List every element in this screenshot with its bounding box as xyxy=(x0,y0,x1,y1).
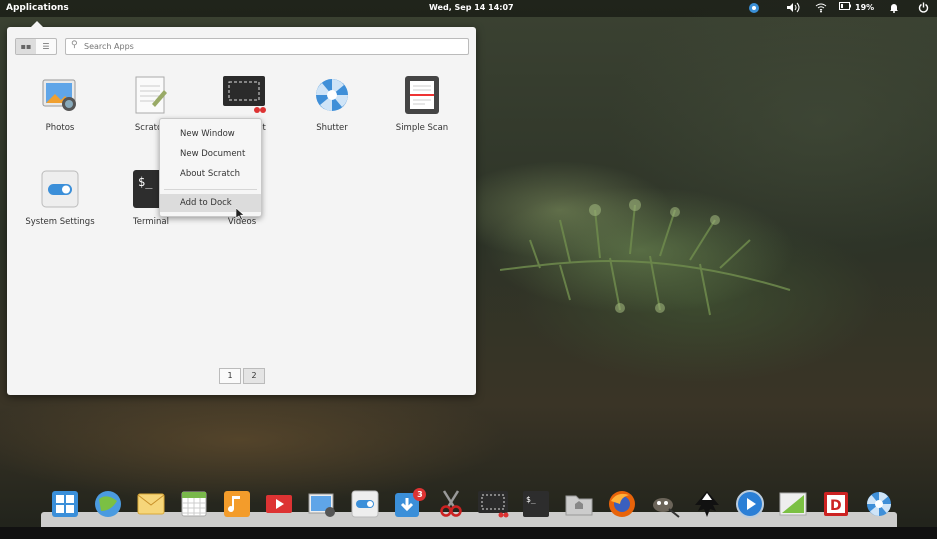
page-button-2[interactable]: 2 xyxy=(243,368,265,384)
search-field: ⚲ xyxy=(65,38,469,55)
dock-item-media-player[interactable] xyxy=(729,489,772,527)
battery-percentage: 19% xyxy=(855,3,875,12)
launcher-pager: 1 2 xyxy=(219,368,265,384)
app-label: Photos xyxy=(45,123,75,133)
dock-item-inkscape[interactable] xyxy=(686,489,729,527)
dock-item-geogebra[interactable] xyxy=(772,489,815,527)
photos-icon xyxy=(39,74,81,116)
system-settings-icon xyxy=(351,490,379,518)
simple-scan-icon xyxy=(401,74,443,116)
media-player-icon xyxy=(736,490,765,518)
app-label: Terminal xyxy=(133,217,169,227)
search-input[interactable] xyxy=(84,40,454,52)
app-label: System Settings xyxy=(25,217,95,227)
dock: 3 $_ D xyxy=(44,488,900,529)
scratch-icon xyxy=(130,74,172,116)
dock-item-multitasking[interactable] xyxy=(44,489,87,529)
dock-item-browser[interactable] xyxy=(87,489,130,527)
svg-text:$_: $_ xyxy=(526,495,536,504)
menu-item-add-to-dock[interactable]: Add to Dock xyxy=(160,194,261,212)
dock-item-music[interactable] xyxy=(215,489,258,527)
search-icon: ⚲ xyxy=(71,40,78,50)
app-context-menu: New Window New Document About Scratch Ad… xyxy=(159,118,262,217)
menu-item-about-scratch[interactable]: About Scratch xyxy=(160,165,261,183)
app-label: Shutter xyxy=(316,123,348,133)
wallpaper-branch-image xyxy=(500,199,791,316)
volume-icon[interactable] xyxy=(786,2,800,16)
shutter-icon[interactable] xyxy=(748,2,760,17)
dock-item-terminal[interactable]: $_ xyxy=(515,489,558,529)
scissors-icon xyxy=(439,490,462,517)
dock-item-mail[interactable] xyxy=(130,489,173,527)
svg-text:$_: $_ xyxy=(138,175,153,189)
app-photos[interactable]: Photos xyxy=(15,74,105,133)
menu-item-new-document[interactable]: New Document xyxy=(160,145,261,163)
firefox-icon xyxy=(608,491,635,517)
menu-separator xyxy=(164,189,257,190)
shutter-icon xyxy=(311,74,353,116)
screen-bottom-edge xyxy=(0,527,937,539)
terminal-icon: $_ xyxy=(523,491,550,517)
menu-item-new-window[interactable]: New Window xyxy=(160,125,261,143)
multitasking-view-icon xyxy=(52,491,79,517)
applications-menu-button[interactable]: Applications xyxy=(6,3,69,13)
shutter-icon xyxy=(866,492,891,516)
videos-icon xyxy=(266,495,293,513)
battery-icon[interactable] xyxy=(839,2,851,13)
app-shutter[interactable]: Shutter xyxy=(287,74,377,133)
files-icon xyxy=(565,495,593,516)
app-system-settings[interactable]: System Settings xyxy=(15,168,105,227)
dock-item-shutter[interactable] xyxy=(857,489,900,527)
photos-icon xyxy=(308,493,336,517)
svg-text:D: D xyxy=(830,498,842,514)
notification-bell-icon[interactable] xyxy=(889,2,899,16)
dock-item-settings[interactable] xyxy=(344,489,387,529)
dock-item-photos[interactable] xyxy=(301,489,344,527)
dock-item-scissors[interactable] xyxy=(429,489,472,527)
date-time-indicator[interactable]: Wed, Sep 14 14:07 xyxy=(429,3,514,12)
midori-browser-icon xyxy=(95,491,122,517)
app-simple-scan[interactable]: Simple Scan xyxy=(377,74,467,133)
screenshot-icon xyxy=(478,491,509,518)
appcenter-update-badge: 3 xyxy=(413,488,427,501)
music-icon xyxy=(223,491,250,517)
top-panel: Applications Wed, Sep 14 14:07 19% xyxy=(0,0,937,17)
power-icon[interactable] xyxy=(918,2,929,16)
calendar-icon xyxy=(181,491,207,517)
wifi-icon[interactable] xyxy=(815,2,827,16)
dock-item-videos[interactable] xyxy=(258,489,301,527)
inkscape-icon xyxy=(695,491,720,517)
geogebra-icon xyxy=(779,492,807,516)
dock-item-calendar[interactable] xyxy=(172,489,215,527)
category-view-icon[interactable]: ☰ xyxy=(36,39,56,54)
mail-icon xyxy=(137,493,165,515)
d-app-icon: D xyxy=(823,492,848,516)
system-settings-icon xyxy=(39,168,81,210)
screenshot-icon xyxy=(221,74,266,116)
dock-item-appcenter[interactable]: 3 xyxy=(386,488,429,527)
page-button-1[interactable]: 1 xyxy=(219,368,241,384)
view-mode-switcher: ▪▪ ☰ xyxy=(15,38,57,55)
mouse-cursor-icon xyxy=(236,208,244,220)
grid-view-icon[interactable]: ▪▪ xyxy=(16,39,36,54)
dock-item-firefox[interactable] xyxy=(600,489,643,529)
app-label: Simple Scan xyxy=(395,123,449,133)
dock-item-gimp[interactable] xyxy=(643,489,686,527)
dock-item-screenshot[interactable] xyxy=(472,489,515,527)
dock-item-d-app[interactable]: D xyxy=(814,489,857,527)
dock-item-files[interactable] xyxy=(558,489,601,527)
gimp-icon xyxy=(652,498,680,518)
